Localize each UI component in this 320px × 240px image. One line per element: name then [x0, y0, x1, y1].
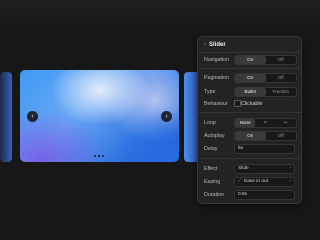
pagination-bullet-active[interactable] [98, 154, 100, 157]
type-label: Type [204, 89, 216, 95]
divider [198, 112, 301, 113]
duration-value: 0.5s [238, 192, 248, 197]
divider [198, 52, 301, 53]
chevron-right-icon: › [204, 42, 206, 48]
pagination-label: Pagination [204, 75, 230, 81]
active-slide-image [20, 70, 179, 162]
delay-label: Delay [204, 146, 218, 152]
clickable-checkbox[interactable] [234, 100, 241, 107]
pagination-bullet[interactable] [102, 154, 104, 157]
delay-value: 5s [238, 146, 244, 151]
loop-mode-toggle[interactable]: None ↶ •+ [234, 118, 297, 128]
autoplay-on-option[interactable]: On [235, 132, 266, 140]
panel-header[interactable]: › Slider [204, 42, 226, 48]
chevron-right-icon: › [165, 113, 168, 120]
pagination-off-option[interactable]: Off [266, 74, 297, 82]
easing-label: Easing [204, 179, 221, 185]
navigation-toggle[interactable]: On Off [234, 55, 297, 65]
behaviour-label: Behaviour [204, 101, 228, 107]
chevron-right-icon: › [289, 179, 291, 184]
loop-none-option[interactable]: None [235, 119, 256, 127]
chevron-left-icon: ‹ [31, 113, 34, 120]
slider-settings-panel: › Slider Navigation On Off Pagination On … [197, 36, 302, 204]
navigation-label: Navigation [204, 57, 230, 63]
duration-label: Duration [204, 192, 225, 198]
easing-select[interactable]: ⟋ Ease in out › [234, 177, 295, 187]
clickable-checkbox-label[interactable]: Clickable [241, 101, 263, 107]
easing-value: Ease in out [244, 179, 269, 184]
pagination-toggle[interactable]: On Off [234, 73, 297, 83]
pagination-type-toggle[interactable]: Bullet Fraction [234, 87, 297, 97]
loop-infinite-icon[interactable]: •+ [276, 119, 296, 127]
pagination-bullets[interactable] [93, 153, 105, 158]
pagination-on-option[interactable]: On [235, 74, 266, 82]
divider [198, 158, 301, 159]
divider [198, 68, 301, 69]
type-fraction-option[interactable]: Fraction [266, 88, 297, 96]
effect-value: Slide [238, 166, 249, 171]
loop-label: Loop [204, 120, 216, 126]
carousel-prev-button[interactable]: ‹ [27, 111, 38, 122]
delay-input[interactable]: 5s [234, 144, 295, 154]
easing-curve-icon: ⟋ [238, 179, 242, 184]
effect-select[interactable]: Slide › [234, 164, 295, 174]
carousel-next-button[interactable]: › [161, 111, 172, 122]
navigation-on-option[interactable]: On [235, 56, 266, 64]
pagination-bullet[interactable] [94, 154, 96, 157]
navigation-off-option[interactable]: Off [266, 56, 297, 64]
chevron-right-icon: › [289, 166, 291, 171]
loop-rewind-icon[interactable]: ↶ [255, 119, 275, 127]
duration-input[interactable]: 0.5s [234, 190, 295, 200]
effect-label: Effect [204, 166, 218, 172]
autoplay-label: Autoplay [204, 133, 225, 139]
panel-title: Slider [209, 42, 226, 48]
previous-slide-preview[interactable] [0, 72, 12, 162]
autoplay-toggle[interactable]: On Off [234, 131, 297, 141]
type-bullet-option[interactable]: Bullet [235, 88, 266, 96]
autoplay-off-option[interactable]: Off [266, 132, 297, 140]
background-fade [0, 0, 320, 30]
